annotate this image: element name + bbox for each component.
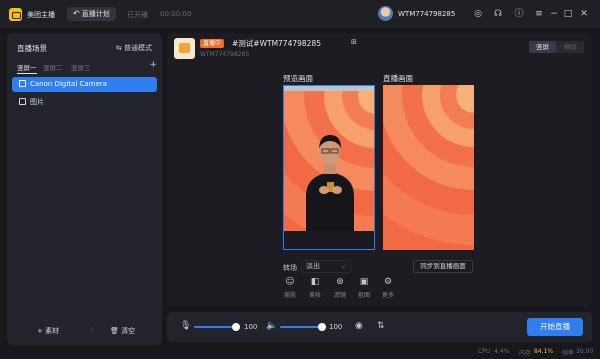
add-scene-icon[interactable]: + xyxy=(149,60,157,70)
preview-label: 预览画面 xyxy=(283,74,313,83)
transition-select[interactable]: 淡出 ⌄ xyxy=(301,260,351,273)
scene-tabs: 竖屏一 竖屏二 竖屏三 + xyxy=(17,60,157,74)
live-background-swirl xyxy=(383,85,474,250)
source-item-camera[interactable]: Canon Digital Camera xyxy=(12,77,157,92)
orientation-landscape-button[interactable]: 横屏 xyxy=(557,41,584,53)
room-title: #测试#WTM774798285 xyxy=(232,39,321,48)
settings-circle-icon[interactable]: ◉ xyxy=(355,321,363,331)
speaker-volume-fill xyxy=(280,326,322,328)
live-plan-button[interactable]: ↶ 直播计划 xyxy=(67,7,116,21)
source-item-image[interactable]: 图片 xyxy=(12,95,157,110)
menu-icon[interactable]: ≡ xyxy=(533,8,545,20)
room-cover-image[interactable] xyxy=(174,38,195,59)
tool-beauty-skin[interactable]: ☺ 美肤 xyxy=(280,277,300,299)
cutout-icon: ▣ xyxy=(359,277,369,287)
gear-icon: ⚙ xyxy=(383,277,393,287)
source-label: 图片 xyxy=(30,98,44,106)
live-status-text: 已开播 xyxy=(127,11,148,19)
tool-filter[interactable]: ⊛ 滤镜 xyxy=(330,277,350,299)
checkbox-icon[interactable] xyxy=(19,80,26,87)
cpu-value: 4.4% xyxy=(494,348,510,355)
speaker-volume-slider[interactable] xyxy=(280,323,326,331)
sync-to-live-button[interactable]: 同步到直播画面 xyxy=(413,260,473,273)
mic-volume-knob[interactable] xyxy=(232,323,240,331)
mode-switch-icon: ⇆ xyxy=(115,44,124,52)
tool-label: 抠图 xyxy=(357,292,370,299)
streamer-figure xyxy=(284,135,374,249)
orientation-toggle: 竖屏 横屏 xyxy=(529,41,584,53)
main-panel: 直播中 #测试#WTM774798285 ⊞ WTM774798285 竖屏 横… xyxy=(167,33,592,307)
mode-switch-button[interactable]: ⇆ 普通模式 xyxy=(116,43,152,53)
tool-label: 更多 xyxy=(381,292,394,299)
tab-scene-2[interactable]: 竖屏二 xyxy=(43,62,63,72)
edit-room-icon[interactable]: ⊞ xyxy=(351,38,357,46)
app-title: 美团主播 xyxy=(27,11,55,19)
speaker-volume-value: 100 xyxy=(329,323,343,331)
preview-canvas[interactable] xyxy=(283,85,375,250)
live-label: 直播画面 xyxy=(383,74,413,83)
active-tab-indicator xyxy=(17,73,37,74)
headset-icon[interactable]: ☊ xyxy=(492,8,504,20)
help-icon[interactable]: ⓘ xyxy=(513,8,525,20)
tool-label: 美肤 xyxy=(283,292,296,299)
app-logo-icon xyxy=(9,8,22,21)
footer-divider: | xyxy=(91,326,94,334)
transition-value: 淡出 xyxy=(306,262,320,270)
clear-button[interactable]: 🗑 清空 xyxy=(110,326,135,336)
maximize-icon[interactable]: □ xyxy=(562,8,574,20)
mic-volume-slider[interactable] xyxy=(194,323,240,331)
mode-switch-label: 普通模式 xyxy=(124,44,152,52)
scenes-panel: 直播场景 ⇆ 普通模式 竖屏一 竖屏二 竖屏三 + Canon Digital … xyxy=(7,33,162,345)
chevron-down-icon: ⌄ xyxy=(340,263,346,270)
mic-volume-value: 100 xyxy=(244,323,258,331)
cpu-label: CPU xyxy=(478,348,491,355)
title-bar: 美团主播 ↶ 直播计划 已开播 00:00:00 WTM774798285 ◎ ☊… xyxy=(0,0,600,28)
start-live-button[interactable]: 开始直播 xyxy=(527,318,583,336)
makeup-icon: ◧ xyxy=(310,277,320,287)
target-settings-icon[interactable]: ◎ xyxy=(472,8,484,20)
trash-icon: 🗑 xyxy=(110,327,122,335)
add-material-button[interactable]: + 素材 xyxy=(37,326,59,336)
live-canvas xyxy=(383,85,474,250)
close-icon[interactable]: ✕ xyxy=(578,8,590,20)
back-arrow-icon: ↶ xyxy=(73,9,80,18)
clear-label: 清空 xyxy=(121,327,136,335)
tool-label: 美妆 xyxy=(308,292,321,299)
live-status-badge: 直播中 xyxy=(200,39,225,48)
fps-value: 30.00 xyxy=(576,348,594,355)
face-icon: ☺ xyxy=(285,277,295,287)
source-label: Canon Digital Camera xyxy=(30,80,107,88)
tool-more[interactable]: ⚙ 更多 xyxy=(378,277,398,299)
tab-scene-1[interactable]: 竖屏一 xyxy=(17,62,37,72)
memory-value: 84.1% xyxy=(534,348,554,355)
microphone-icon[interactable]: 🎙 xyxy=(180,321,191,333)
filter-icon: ⊛ xyxy=(336,277,344,287)
live-timer: 00:00:00 xyxy=(160,10,192,18)
user-avatar[interactable] xyxy=(378,6,393,21)
scenes-title: 直播场景 xyxy=(17,44,47,53)
orientation-portrait-button[interactable]: 竖屏 xyxy=(529,41,556,53)
status-bar: CPU 4.4% 内存 84.1% 帧率 30.00 xyxy=(0,345,600,359)
speaker-icon[interactable]: 🔈 xyxy=(266,321,277,331)
fps-label: 帧率 xyxy=(562,350,575,357)
mic-volume-fill xyxy=(194,326,236,328)
memory-label: 内存 xyxy=(519,350,532,357)
tool-label: 滤镜 xyxy=(333,292,346,299)
live-plan-label: 直播计划 xyxy=(81,10,110,18)
tool-cutout[interactable]: ▣ 抠图 xyxy=(354,277,374,299)
checkbox-icon[interactable] xyxy=(19,98,26,105)
minimize-icon[interactable]: − xyxy=(548,8,560,20)
tool-makeup[interactable]: ◧ 美妆 xyxy=(305,277,325,299)
transition-label: 转场 xyxy=(283,264,297,272)
mixer-icon[interactable]: ⇅ xyxy=(377,321,385,331)
user-name[interactable]: WTM774798285 xyxy=(398,10,455,18)
speaker-volume-knob[interactable] xyxy=(318,323,326,331)
audio-bar: 🎙 100 🔈 100 ◉ ⇅ 开始直播 xyxy=(167,312,592,342)
scenes-footer: + 素材 | 🗑 清空 xyxy=(7,323,162,339)
tab-scene-3[interactable]: 竖屏三 xyxy=(71,62,91,72)
room-id: WTM774798285 xyxy=(200,51,250,58)
